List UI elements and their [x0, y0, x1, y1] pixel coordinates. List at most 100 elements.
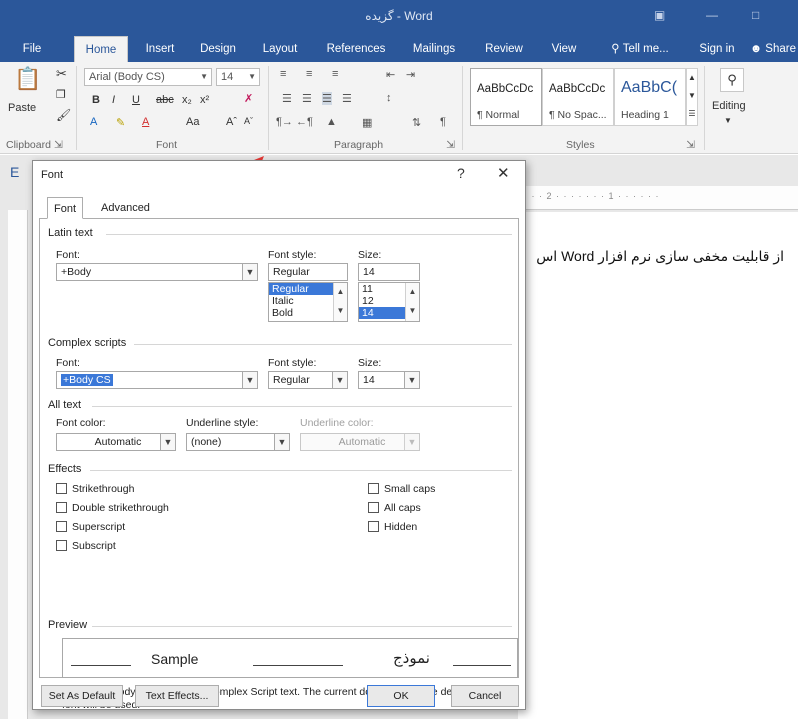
- change-case-icon[interactable]: Aa: [186, 116, 199, 128]
- hidden-checkbox[interactable]: Hidden: [368, 521, 417, 533]
- tab-view[interactable]: View: [542, 36, 586, 62]
- grow-font-icon[interactable]: Aˆ: [226, 116, 237, 128]
- shading-icon[interactable]: ▲: [326, 116, 337, 128]
- ribbon-display-icon[interactable]: ▣: [654, 8, 665, 22]
- document-text[interactable]: از قابلیت مخفی سازی نرم افزار Word اس: [536, 248, 784, 265]
- justify-icon[interactable]: ☰: [342, 92, 352, 105]
- paste-icon[interactable]: 📋: [14, 66, 41, 92]
- double-strikethrough-checkbox[interactable]: Double strikethrough: [56, 502, 169, 514]
- minimize-icon[interactable]: —: [706, 8, 718, 22]
- font-color-icon[interactable]: A: [142, 116, 149, 128]
- scrollbar[interactable]: ▲ ▼: [405, 283, 419, 321]
- multilevel-list-icon[interactable]: ≡: [332, 68, 338, 80]
- checkbox-box[interactable]: [368, 521, 379, 532]
- latin-style-list[interactable]: Regular Italic Bold ▲ ▼: [268, 282, 348, 322]
- tab-insert[interactable]: Insert: [136, 36, 184, 62]
- style-no-spacing[interactable]: AaBbCcDc ¶ No Spac...: [542, 68, 614, 126]
- decrease-indent-icon[interactable]: ⇤: [386, 68, 395, 81]
- chevron-down-icon[interactable]: ▼: [242, 264, 257, 280]
- strikethrough-icon[interactable]: abc: [156, 94, 174, 106]
- bold-icon[interactable]: B: [92, 94, 100, 106]
- latin-font-combo[interactable]: +Body ▼: [56, 263, 258, 281]
- style-normal[interactable]: AaBbCcDc ¶ Normal: [470, 68, 542, 126]
- bullets-icon[interactable]: ≡: [280, 68, 286, 80]
- tab-font[interactable]: Font: [47, 197, 84, 219]
- chevron-down-icon[interactable]: ▼: [332, 372, 347, 388]
- align-right-icon[interactable]: ☰: [322, 92, 332, 105]
- font-name-box[interactable]: Arial (Body CS) ▼: [84, 68, 212, 86]
- complex-size-combo[interactable]: 14 ▼: [358, 371, 420, 389]
- tell-me-search[interactable]: ⚲ Tell me...: [598, 36, 682, 62]
- cancel-button[interactable]: Cancel: [451, 685, 519, 707]
- clipboard-launcher-icon[interactable]: ⇲: [54, 139, 63, 151]
- underline-style-combo[interactable]: (none) ▼: [186, 433, 290, 451]
- ok-button[interactable]: OK: [367, 685, 435, 707]
- ltr-icon[interactable]: ¶→: [276, 116, 293, 128]
- tab-mailings[interactable]: Mailings: [404, 36, 464, 62]
- styles-launcher-icon[interactable]: ⇲: [686, 139, 695, 151]
- latin-style-input[interactable]: Regular: [268, 263, 348, 281]
- tab-references[interactable]: References: [320, 36, 392, 62]
- scrollbar[interactable]: ▲ ▼: [333, 283, 347, 321]
- help-icon[interactable]: ?: [457, 165, 465, 181]
- complex-font-combo[interactable]: +Body CS ▼: [56, 371, 258, 389]
- font-color-combo[interactable]: Automatic ▼: [56, 433, 176, 451]
- rtl-icon[interactable]: ←¶: [296, 116, 313, 128]
- subscript-icon[interactable]: x₂: [182, 94, 192, 106]
- latin-size-list[interactable]: 11 12 14 ▲ ▼: [358, 282, 420, 322]
- checkbox-box[interactable]: [56, 483, 67, 494]
- checkbox-box[interactable]: [56, 540, 67, 551]
- underline-icon[interactable]: U: [132, 94, 140, 106]
- chevron-down-icon[interactable]: ▼: [404, 372, 419, 388]
- increase-indent-icon[interactable]: ⇥: [406, 68, 415, 81]
- subscript-checkbox[interactable]: Subscript: [56, 540, 116, 552]
- align-left-icon[interactable]: ☰: [282, 92, 292, 105]
- chevron-down-icon[interactable]: ▼: [724, 116, 732, 125]
- shrink-font-icon[interactable]: Aˇ: [244, 116, 253, 126]
- show-marks-icon[interactable]: ¶: [440, 116, 446, 128]
- text-effects-button[interactable]: Text Effects...: [135, 685, 219, 707]
- checkbox-box[interactable]: [56, 521, 67, 532]
- paragraph-launcher-icon[interactable]: ⇲: [446, 139, 455, 151]
- editing-button[interactable]: Editing: [712, 100, 746, 112]
- all-caps-checkbox[interactable]: All caps: [368, 502, 421, 514]
- styles-scroll[interactable]: ▲ ▼ ☰: [686, 68, 698, 126]
- sort-icon[interactable]: ⇅: [412, 116, 421, 129]
- document-page[interactable]: از قابلیت مخفی سازی نرم افزار Word اس: [518, 212, 798, 719]
- find-icon[interactable]: ⚲: [720, 68, 744, 92]
- clear-format-icon[interactable]: ✗: [244, 92, 253, 105]
- small-caps-checkbox[interactable]: Small caps: [368, 483, 435, 495]
- set-as-default-button[interactable]: Set As Default: [41, 685, 123, 707]
- highlight-icon[interactable]: ✎: [116, 116, 125, 129]
- tab-design[interactable]: Design: [192, 36, 244, 62]
- share-button[interactable]: ☻ Share: [748, 36, 798, 62]
- close-icon[interactable]: ✕: [497, 164, 510, 182]
- tab-home[interactable]: Home: [74, 36, 128, 62]
- borders-icon[interactable]: ▦: [362, 116, 372, 129]
- tab-advanced[interactable]: Advanced: [95, 197, 156, 219]
- latin-size-input[interactable]: 14: [358, 263, 420, 281]
- checkbox-box[interactable]: [368, 483, 379, 494]
- sign-in-link[interactable]: Sign in: [692, 36, 742, 62]
- chevron-down-icon[interactable]: ▼: [274, 434, 289, 450]
- copy-icon[interactable]: ❐: [56, 88, 66, 101]
- tab-layout[interactable]: Layout: [254, 36, 306, 62]
- align-center-icon[interactable]: ☰: [302, 92, 312, 105]
- paste-label[interactable]: Paste: [8, 102, 36, 114]
- maximize-icon[interactable]: □: [752, 8, 759, 22]
- tab-review[interactable]: Review: [478, 36, 530, 62]
- font-size-box[interactable]: 14 ▼: [216, 68, 260, 86]
- line-spacing-icon[interactable]: ↕: [386, 92, 392, 104]
- complex-style-combo[interactable]: Regular ▼: [268, 371, 348, 389]
- numbering-icon[interactable]: ≡: [306, 68, 312, 80]
- checkbox-box[interactable]: [368, 502, 379, 513]
- format-painter-icon[interactable]: 🖌: [56, 108, 71, 122]
- chevron-down-icon[interactable]: ▼: [160, 434, 175, 450]
- superscript-checkbox[interactable]: Superscript: [56, 521, 125, 533]
- style-heading-1[interactable]: AaBbC( Heading 1: [614, 68, 686, 126]
- chevron-down-icon[interactable]: ▼: [242, 372, 257, 388]
- superscript-icon[interactable]: x²: [200, 94, 209, 106]
- strikethrough-checkbox[interactable]: Strikethrough: [56, 483, 134, 495]
- cut-icon[interactable]: ✂: [56, 66, 67, 82]
- text-effects-icon[interactable]: A: [90, 116, 97, 128]
